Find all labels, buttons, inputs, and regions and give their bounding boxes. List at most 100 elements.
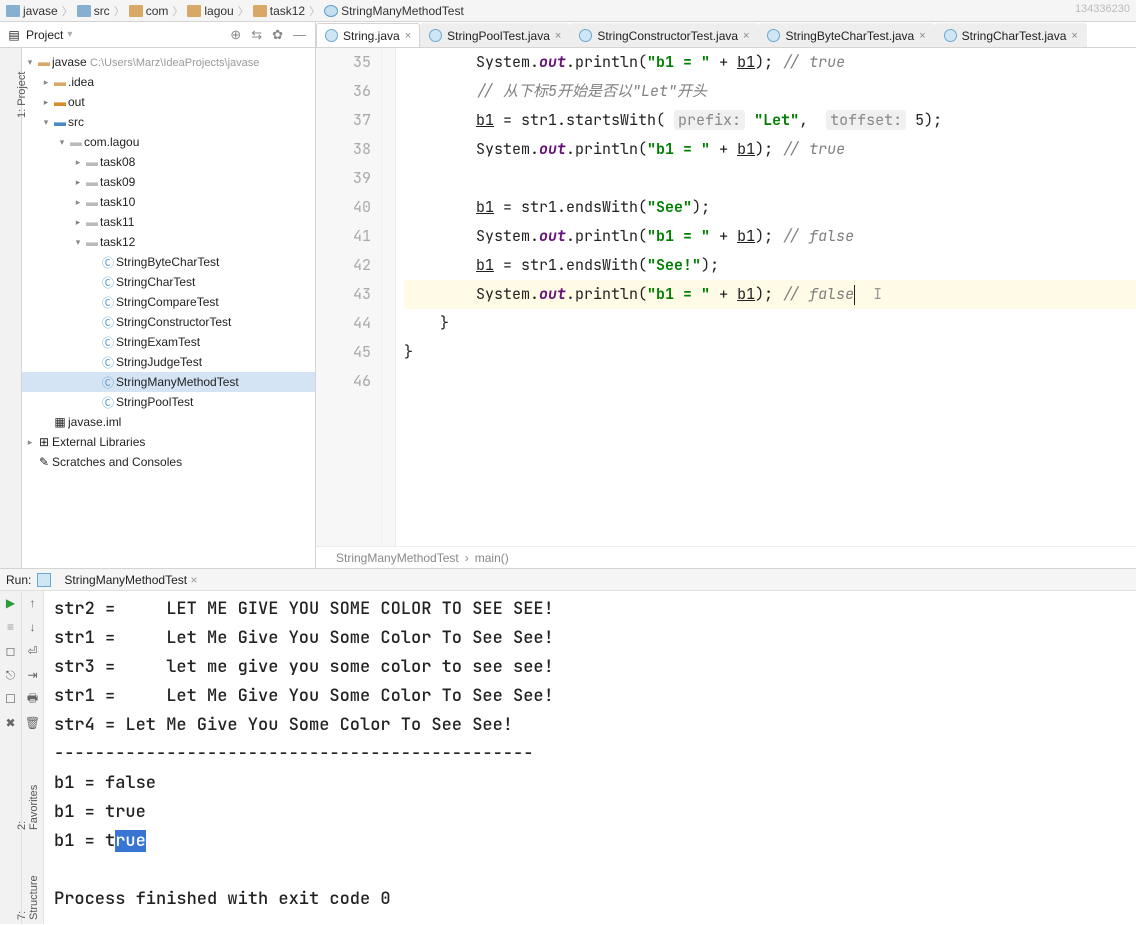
stop-icon[interactable]: ≡ [3,619,19,635]
dropdown-icon[interactable]: ▾ [67,29,72,40]
tree-item[interactable]: ▾▬com.lagou [22,132,315,152]
close-icon[interactable]: × [555,30,561,42]
editor-tab[interactable]: StringConstructorTest.java× [570,23,758,47]
tree-toggle-icon[interactable]: ▾ [24,57,36,68]
tree-item[interactable]: ▸▬out [22,92,315,112]
console-output[interactable]: str2 = LET ME GIVE YOU SOME COLOR TO SEE… [44,591,1136,924]
locate-icon[interactable]: ⊕ [227,27,244,43]
trace-class[interactable]: StringManyMethodTest [336,551,459,565]
chevron-right-icon: 〉 [114,3,125,19]
editor-tab[interactable]: StringCharTest.java× [935,23,1087,47]
breadcrumb-bar: javase〉src〉com〉lagou〉task12〉StringManyMe… [0,0,1136,22]
tree-item[interactable]: ▾▬javase C:\Users\Marz\IdeaProjects\java… [22,52,315,72]
folder-icon [77,5,91,17]
run-config-tab[interactable]: StringManyMethodTest × [57,572,204,588]
tree-toggle-icon[interactable]: ▸ [72,177,84,188]
file-icon: ▦ [52,415,68,429]
tree-item[interactable]: ▸▬.idea [22,72,315,92]
code-editor[interactable]: 353637383940414243444546 System.out.prin… [316,48,1136,546]
project-tree[interactable]: ▾▬javase C:\Users\Marz\IdeaProjects\java… [22,48,316,568]
soft-wrap-icon[interactable]: ⏎ [25,643,41,659]
tree-item[interactable]: ▸▬task09 [22,172,315,192]
chevron-right-icon: › [465,551,469,565]
tree-toggle-icon[interactable]: ▾ [40,117,52,128]
tree-item[interactable]: ▦javase.iml [22,412,315,432]
dir-icon: ▬ [52,75,68,89]
editor-tabs: String.java×StringPoolTest.java×StringCo… [316,22,1136,47]
trash-icon[interactable]: 🗑 [25,715,41,731]
scroll-end-icon[interactable]: ⇥ [25,667,41,683]
tree-toggle-icon[interactable]: ▾ [72,237,84,248]
folder-icon [253,5,267,17]
breadcrumb-item[interactable]: lagou [185,4,235,18]
editor-tab[interactable]: StringByteCharTest.java× [758,23,934,47]
tree-item[interactable]: ▸▬task08 [22,152,315,172]
line-number-gutter: 353637383940414243444546 [316,48,382,546]
tree-item[interactable]: ⒸStringCharTest [22,272,315,292]
rerun-icon[interactable]: ▶ [3,595,19,611]
breadcrumb-item[interactable]: javase [4,4,60,18]
tree-item[interactable]: ⒸStringJudgeTest [22,352,315,372]
tree-item[interactable]: ⒸStringExamTest [22,332,315,352]
code-area[interactable]: System.out.println("b1 = " + b1); // tru… [396,48,1136,546]
up-icon[interactable]: ↑ [25,595,41,611]
cls-icon: Ⓒ [100,294,116,311]
dir-icon: ▬ [36,55,52,69]
tree-item[interactable]: ▾▬src [22,112,315,132]
print-icon[interactable]: 🖶 [25,691,41,707]
tree-toggle-icon[interactable]: ▸ [40,77,52,88]
gear-icon[interactable]: ✿ [269,27,286,43]
side-label-structure[interactable]: 7: Structure [16,875,40,920]
breadcrumb-item[interactable]: src [75,4,112,18]
tree-toggle-icon[interactable]: ▸ [40,97,52,108]
tree-item[interactable]: ✎Scratches and Consoles [22,452,315,472]
side-label-favorites[interactable]: 2: Favorites [16,785,40,830]
close-icon[interactable]: × [1071,30,1077,42]
close-icon[interactable]: × [743,30,749,42]
trace-method[interactable]: main() [475,551,509,565]
pkg-icon: ▬ [68,135,84,149]
tree-item[interactable]: ▾▬task12 [22,232,315,252]
scratch-icon: ✎ [36,455,52,469]
folder-icon [187,5,201,17]
tree-item[interactable]: ▸⊞External Libraries [22,432,315,452]
tree-item[interactable]: ▸▬task11 [22,212,315,232]
side-label-project[interactable]: 1: Project [16,72,28,118]
cls-icon: Ⓒ [100,254,116,271]
class-icon [944,29,957,42]
project-icon: ▤ [6,28,22,42]
run-label: Run: [6,573,31,587]
cls-icon: Ⓒ [100,354,116,371]
tree-item[interactable]: ⒸStringCompareTest [22,292,315,312]
folder-icon [129,5,143,17]
editor-tab[interactable]: StringPoolTest.java× [420,23,570,47]
close-icon[interactable]: × [919,30,925,42]
tree-toggle-icon[interactable]: ▸ [72,157,84,168]
breadcrumb-item[interactable]: StringManyMethodTest [322,4,466,18]
tree-toggle-icon[interactable]: ▸ [72,217,84,228]
tree-item[interactable]: ⒸStringByteCharTest [22,252,315,272]
layout-icon[interactable]: ☐ [3,691,19,707]
tree-toggle-icon[interactable]: ▸ [24,437,36,448]
tree-toggle-icon[interactable]: ▸ [72,197,84,208]
pin-icon[interactable]: ✖ [3,715,19,731]
tree-item[interactable]: ⒸStringPoolTest [22,392,315,412]
editor-tab[interactable]: String.java× [316,23,420,47]
folder-icon [6,5,20,17]
close-icon[interactable]: × [405,30,411,42]
exit-icon[interactable]: ⎋ [3,667,19,683]
tree-item[interactable]: ⒸStringManyMethodTest [22,372,315,392]
hide-icon[interactable]: — [290,27,309,42]
breadcrumb-item[interactable]: task12 [251,4,307,18]
down-icon[interactable]: ↓ [25,619,41,635]
capture-icon[interactable]: ◻ [3,643,19,659]
close-icon[interactable]: × [190,573,197,587]
tree-item[interactable]: ⒸStringConstructorTest [22,312,315,332]
tree-toggle-icon[interactable]: ▾ [56,137,68,148]
breadcrumb-trace-bar: StringManyMethodTest › main() [316,546,1136,568]
breadcrumb-item[interactable]: com [127,4,171,18]
chevron-right-icon: 〉 [62,3,73,19]
tree-item[interactable]: ▸▬task10 [22,192,315,212]
expand-icon[interactable]: ⇆ [248,27,265,43]
editor-fold-gutter [382,48,396,546]
